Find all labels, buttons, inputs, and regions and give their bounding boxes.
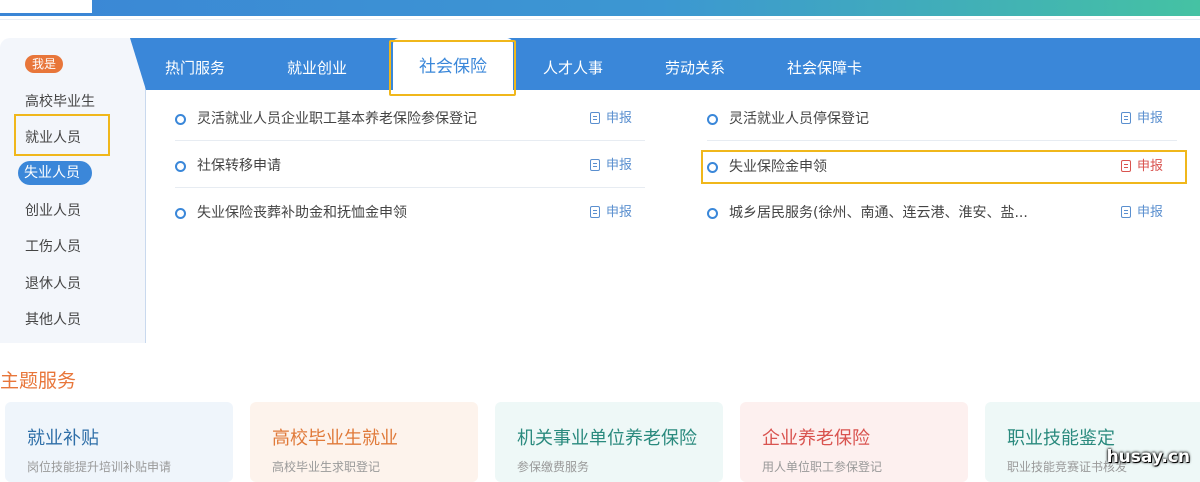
service-item[interactable]: 失业保险丧葬补助金和抚恤金申领 [175, 201, 575, 225]
apply-button[interactable]: 申报 [590, 154, 632, 178]
apply-button[interactable]: 申报 [590, 107, 632, 131]
card-title: 就业补贴 [27, 428, 99, 449]
bullet-icon [707, 208, 718, 219]
card-subtitle: 岗位技能提升培训补贴申请 [27, 460, 172, 474]
tab-employment[interactable]: 就业创业 [287, 38, 347, 90]
row-divider [175, 140, 645, 141]
card-title: 职业技能鉴定 [1007, 428, 1115, 449]
theme-card[interactable]: 职业技能鉴定 职业技能竞赛证书核发 [985, 402, 1200, 482]
highlight-box-tab [389, 40, 516, 96]
apply-button[interactable]: 申报 [590, 201, 632, 225]
theme-card[interactable]: 企业养老保险 用人单位职工参保登记 [740, 402, 968, 482]
sidebar-item-graduates[interactable]: 高校毕业生 [25, 91, 95, 111]
sidebar-item-injured[interactable]: 工伤人员 [25, 236, 81, 256]
sidebar-item-retired[interactable]: 退休人员 [25, 273, 81, 293]
card-title: 企业养老保险 [762, 428, 870, 449]
service-name: 失业保险丧葬补助金和抚恤金申领 [197, 205, 407, 221]
row-divider [175, 187, 645, 188]
watermark: husay.cn [1106, 447, 1190, 467]
apply-button[interactable]: 申报 [1121, 201, 1163, 225]
bullet-icon [175, 208, 186, 219]
tab-hot-services[interactable]: 热门服务 [165, 38, 225, 90]
sidebar-badge: 我是 [25, 55, 63, 73]
sidebar: 我是 高校毕业生 就业人员 失业人员 创业人员 工伤人员 退休人员 其他人员 [0, 38, 146, 343]
service-item[interactable]: 城乡居民服务(徐州、南通、连云港、淮安、盐... [707, 201, 1107, 225]
sidebar-item-unemployed[interactable]: 失业人员 [18, 161, 92, 185]
service-name: 灵活就业人员企业职工基本养老保险参保登记 [197, 111, 477, 127]
service-item[interactable]: 社保转移申请 [175, 154, 575, 178]
divider [0, 19, 1200, 20]
service-name: 灵活就业人员停保登记 [729, 111, 869, 127]
banner-tab-underline [0, 13, 92, 15]
tab-social-security-card[interactable]: 社会保障卡 [787, 38, 862, 90]
card-subtitle: 高校毕业生求职登记 [272, 460, 381, 474]
card-subtitle: 用人单位职工参保登记 [762, 460, 883, 474]
form-icon [590, 159, 600, 171]
service-item[interactable]: 灵活就业人员停保登记 [707, 107, 1107, 131]
bullet-icon [707, 114, 718, 125]
highlight-box-service [701, 150, 1187, 184]
banner-tab-notch [0, 0, 92, 14]
card-subtitle: 参保缴费服务 [517, 460, 590, 474]
form-icon [590, 112, 600, 124]
theme-card[interactable]: 就业补贴 岗位技能提升培训补贴申请 [5, 402, 233, 482]
card-title: 高校毕业生就业 [272, 428, 398, 449]
sidebar-item-entrepreneurs[interactable]: 创业人员 [25, 200, 81, 220]
row-divider [707, 140, 1177, 141]
sidebar-item-others[interactable]: 其他人员 [25, 309, 81, 329]
tab-talent[interactable]: 人才人事 [543, 38, 603, 90]
service-name: 城乡居民服务(徐州、南通、连云港、淮安、盐... [729, 205, 1028, 221]
service-item[interactable]: 灵活就业人员企业职工基本养老保险参保登记 [175, 107, 575, 131]
top-banner [0, 0, 1200, 16]
theme-card[interactable]: 机关事业单位养老保险 参保缴费服务 [495, 402, 723, 482]
service-name: 社保转移申请 [197, 158, 281, 174]
highlight-box-sidebar [14, 114, 110, 156]
form-icon [590, 206, 600, 218]
section-title: 主题服务 [0, 370, 77, 392]
bullet-icon [175, 114, 186, 125]
form-icon [1121, 112, 1131, 124]
bullet-icon [175, 161, 186, 172]
theme-card[interactable]: 高校毕业生就业 高校毕业生求职登记 [250, 402, 478, 482]
tab-labor-relations[interactable]: 劳动关系 [665, 38, 725, 90]
form-icon [1121, 206, 1131, 218]
apply-button[interactable]: 申报 [1121, 107, 1163, 131]
card-title: 机关事业单位养老保险 [517, 428, 697, 449]
